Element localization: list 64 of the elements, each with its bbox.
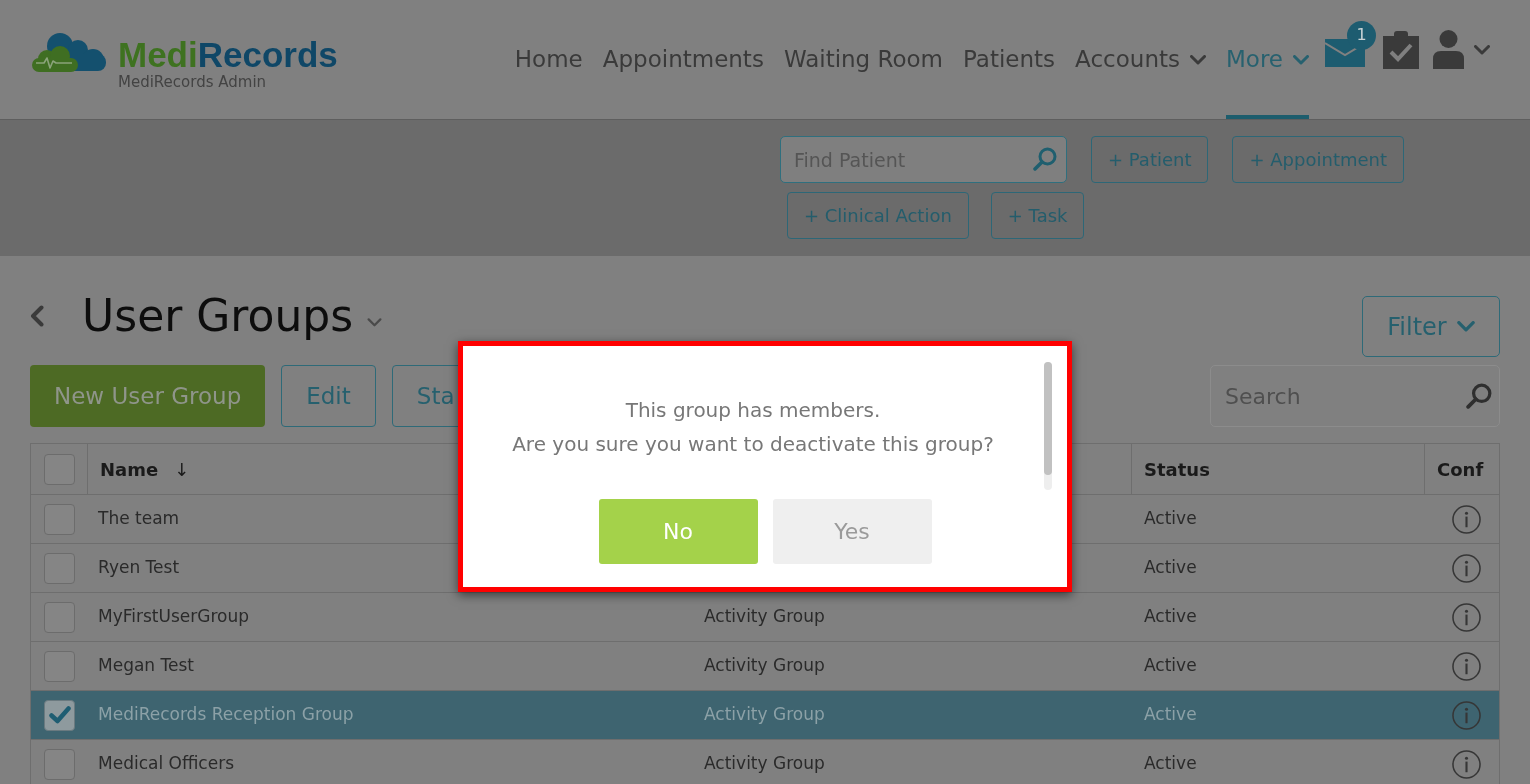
table-cell-text: Active xyxy=(1144,556,1197,580)
table-cell-text: Active xyxy=(1144,507,1197,531)
user-icon[interactable] xyxy=(1433,30,1464,69)
nav-link[interactable]: Waiting Room xyxy=(783,0,944,119)
table-cell-text: Active xyxy=(1144,752,1197,776)
checkbox[interactable] xyxy=(44,503,75,535)
back-chevron-icon[interactable] xyxy=(30,305,44,327)
chevron-down-icon xyxy=(1474,44,1490,55)
table-cell-text: Activity Group xyxy=(704,752,825,776)
table-cell-text: Active xyxy=(1144,605,1197,629)
table-cell-text: Medical Officers xyxy=(98,752,234,776)
info-icon[interactable] xyxy=(1452,700,1481,730)
info-icon[interactable] xyxy=(1452,651,1481,681)
nav-link[interactable]: Appointments xyxy=(602,0,764,119)
quick-action-button[interactable]: + Appointment xyxy=(1232,136,1404,183)
nav-link[interactable]: Patients xyxy=(963,0,1056,119)
info-icon[interactable] xyxy=(1452,553,1481,583)
notification-badge: 1 xyxy=(1347,20,1376,50)
toolbar-button[interactable]: Edit xyxy=(281,365,376,427)
table-cell-text: Ryen Test xyxy=(98,556,180,580)
table-cell-text: Activity Group xyxy=(704,654,825,678)
info-icon[interactable] xyxy=(1452,749,1481,779)
column-header[interactable]: Status xyxy=(1144,455,1210,483)
brand-name[interactable]: MediRecords xyxy=(118,36,338,74)
toolbar-button[interactable]: New User Group xyxy=(30,365,266,427)
info-icon[interactable] xyxy=(1452,504,1481,534)
column-header[interactable]: Name xyxy=(100,455,159,483)
column-header[interactable]: Conf xyxy=(1437,455,1484,483)
info-icon[interactable] xyxy=(1452,602,1481,632)
table-cell-text: Activity Group xyxy=(704,703,825,727)
table-row[interactable]: MediRecords Reception Group Activity Group Active xyxy=(31,690,1499,739)
search-icon xyxy=(1466,383,1492,409)
dialog-message: This group has members. xyxy=(625,397,881,424)
checkbox[interactable] xyxy=(44,552,75,584)
checkbox[interactable] xyxy=(43,453,75,485)
clipboard-check-icon[interactable] xyxy=(1383,30,1419,69)
table-cell-text: Megan Test xyxy=(98,654,194,678)
table-cell-text: MediRecords Reception Group xyxy=(98,703,354,727)
table-cell-text: MyFirstUserGroup xyxy=(98,605,249,629)
cloud-logo-icon[interactable] xyxy=(30,32,106,72)
checkbox[interactable] xyxy=(44,748,75,780)
chevron-down-icon xyxy=(367,317,383,327)
quick-action-button[interactable]: + Clinical Action xyxy=(787,192,969,239)
quick-action-button[interactable]: + Patient xyxy=(1091,136,1209,183)
checkbox[interactable] xyxy=(44,650,75,682)
nav-link[interactable]: Home xyxy=(514,0,583,119)
dialog-button[interactable]: Yes xyxy=(772,499,932,564)
scrollbar-drawing[interactable] xyxy=(1044,362,1052,490)
checkbox[interactable] xyxy=(44,699,75,731)
table-cell-text: The team xyxy=(98,507,180,531)
checkbox[interactable] xyxy=(44,601,75,633)
table-cell-text: Active xyxy=(1144,654,1197,678)
brand-subtitle: MediRecords Admin xyxy=(118,74,268,90)
check-icon xyxy=(48,706,71,724)
dialog-button[interactable]: No xyxy=(598,499,758,564)
search-icon xyxy=(1033,147,1057,171)
sort-indicator[interactable]: ↓ xyxy=(174,455,190,483)
table-cell-text: Activity Group xyxy=(704,605,825,629)
filter-button[interactable]: Filter xyxy=(1362,296,1500,357)
dialog-message: Are you sure you want to deactivate this group? xyxy=(512,431,994,458)
table-cell-text: Active xyxy=(1144,703,1197,727)
chevron-down-icon xyxy=(1456,321,1475,332)
nav-link[interactable]: Accounts xyxy=(1075,0,1206,119)
quick-action-button[interactable]: + Task xyxy=(990,192,1085,239)
